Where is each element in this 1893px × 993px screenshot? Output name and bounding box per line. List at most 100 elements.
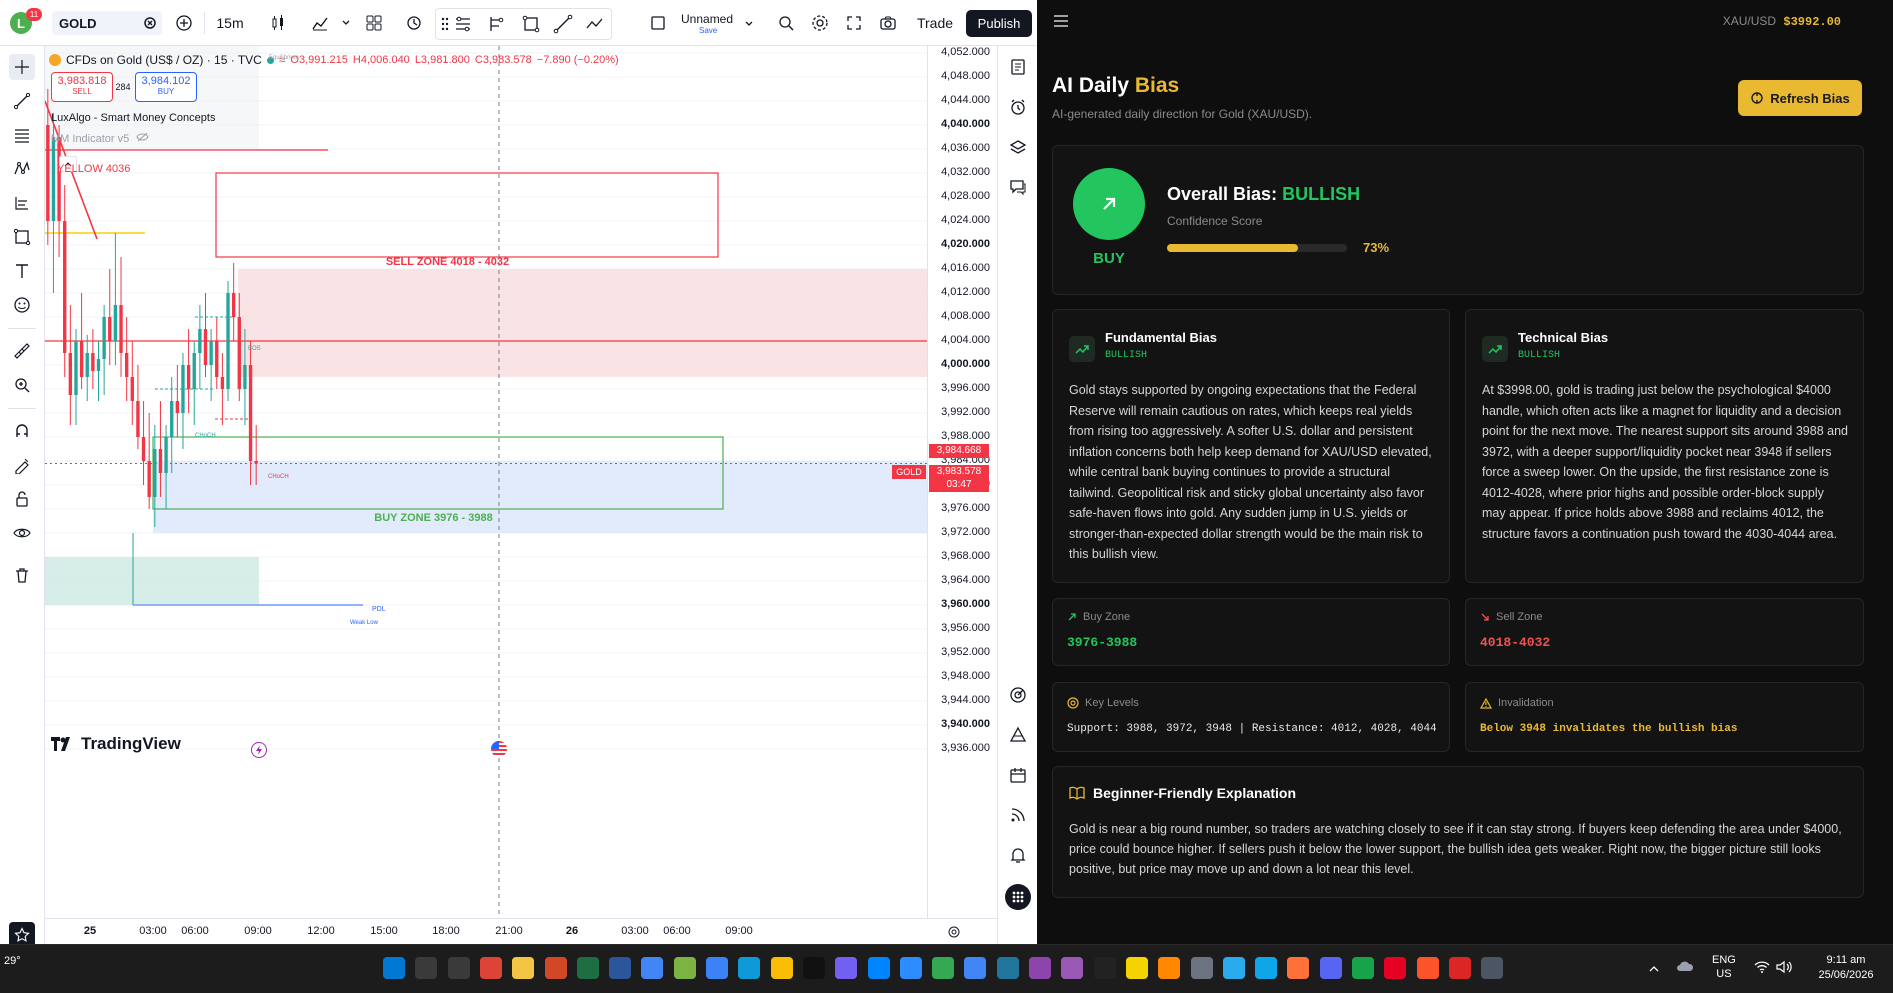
viber-icon[interactable] — [835, 957, 858, 979]
alert-icon[interactable] — [402, 10, 426, 36]
pattern-tool-icon[interactable] — [9, 156, 35, 182]
candle-type-icon[interactable] — [266, 10, 290, 36]
brave-icon[interactable] — [1416, 957, 1439, 979]
chrome-green-icon[interactable] — [932, 957, 955, 979]
zoom-icon[interactable] — [899, 957, 922, 979]
watchlist-icon[interactable] — [1005, 54, 1031, 80]
chat-icon[interactable] — [1005, 174, 1031, 200]
text-tool-icon[interactable] — [9, 258, 35, 284]
wordpress-icon[interactable] — [996, 957, 1019, 979]
stay-in-drawing-icon[interactable] — [9, 452, 35, 478]
symbol-search[interactable]: GOLD — [52, 11, 162, 35]
pinterest-icon[interactable] — [1384, 957, 1407, 979]
price-axis[interactable]: 4,052.000 4,048.000 4,044.000 4,040.000 4,03… — [892, 46, 998, 918]
pyramid-icon[interactable] — [1005, 722, 1031, 748]
file-explorer-icon[interactable] — [512, 957, 535, 979]
settings-gear-icon[interactable] — [808, 10, 832, 36]
magnet-icon[interactable] — [9, 418, 35, 444]
buy-quote-button[interactable]: 3,984.102 BUY — [135, 72, 197, 102]
excel-icon[interactable] — [576, 957, 599, 979]
clock[interactable]: 9:11 am 25/06/2026 — [1806, 953, 1886, 983]
forecast-tool-icon[interactable] — [9, 190, 35, 216]
task-view-icon[interactable] — [447, 957, 470, 979]
calendar-icon[interactable] — [1005, 762, 1031, 788]
target-icon[interactable] — [1005, 682, 1031, 708]
long-position-icon[interactable] — [487, 14, 507, 39]
layouts-grid-icon[interactable] — [362, 10, 386, 36]
hamburger-menu-icon[interactable] — [1053, 14, 1069, 33]
discord-icon[interactable] — [1319, 957, 1342, 979]
trash-icon[interactable] — [9, 562, 35, 588]
alerts-clock-icon[interactable] — [1005, 94, 1031, 120]
vlc-icon[interactable] — [1158, 957, 1181, 979]
start-icon[interactable] — [383, 957, 405, 979]
indicator-legend-2[interactable]: MM Indicator v5 — [51, 132, 149, 145]
calculator-icon[interactable] — [1481, 957, 1504, 979]
indicators-icon[interactable] — [308, 10, 332, 36]
folder-purple-icon[interactable] — [1061, 957, 1084, 979]
rectangle-icon[interactable] — [521, 14, 541, 39]
shapes-tool-icon[interactable] — [9, 224, 35, 250]
weather-widget[interactable]: 29° — [4, 955, 21, 967]
chrome-icon[interactable] — [479, 957, 502, 979]
hidden-eye-icon[interactable] — [136, 132, 149, 145]
lock-icon[interactable] — [9, 486, 35, 512]
time-axis[interactable]: 25 03:00 06:00 09:00 12:00 15:00 18:00 21:00 26 0… — [45, 918, 997, 945]
path-icon[interactable] — [585, 14, 605, 39]
powerpoint-icon[interactable] — [544, 957, 567, 979]
tiktok-icon[interactable] — [802, 957, 825, 979]
notifications-bell-icon[interactable] — [1005, 842, 1031, 868]
interval-button[interactable]: 15m — [212, 10, 248, 36]
price-chart[interactable] — [45, 46, 927, 918]
sell-quote-button[interactable]: 3,983.818 SELL — [51, 72, 113, 102]
chrome-profile-icon[interactable] — [641, 957, 664, 979]
search-icon[interactable] — [415, 957, 438, 979]
ruler-icon[interactable] — [9, 338, 35, 364]
firefox-icon[interactable] — [1287, 957, 1310, 979]
layout-name-button[interactable]: Unnamed Save — [680, 10, 754, 38]
horizontal-lines-icon[interactable] — [453, 14, 473, 39]
sticky-notes-icon[interactable] — [1125, 957, 1148, 979]
word-icon[interactable] — [609, 957, 632, 979]
tray-chevron-icon[interactable] — [1648, 961, 1660, 979]
fib-tool-icon[interactable] — [9, 122, 35, 148]
telegram-icon[interactable] — [1222, 957, 1245, 979]
emoji-tool-icon[interactable] — [9, 292, 35, 318]
apps-grid-icon[interactable] — [1005, 884, 1031, 910]
onedrive-icon[interactable] — [1676, 959, 1694, 978]
drag-handle-icon[interactable] — [440, 16, 450, 37]
checkbox-icon[interactable] — [648, 10, 668, 36]
time-axis-settings-icon[interactable] — [947, 925, 961, 944]
chevron-down-icon[interactable] — [744, 16, 754, 34]
eye-icon[interactable] — [9, 520, 35, 546]
us-flag-event-icon[interactable] — [491, 741, 507, 757]
symbol-settings-icon[interactable] — [142, 15, 158, 36]
edge-icon[interactable] — [738, 957, 761, 979]
edge-blue-icon[interactable] — [1255, 957, 1278, 979]
messenger-icon[interactable] — [867, 957, 890, 979]
publish-button[interactable]: Publish — [966, 10, 1032, 37]
notepad-icon[interactable] — [706, 957, 728, 979]
crosshair-icon[interactable] — [9, 54, 35, 80]
zoom-in-icon[interactable] — [9, 372, 35, 398]
record-icon[interactable] — [1448, 957, 1471, 979]
app-icon[interactable] — [673, 957, 696, 979]
wifi-icon[interactable] — [1754, 960, 1770, 979]
chevron-down-icon[interactable] — [340, 10, 352, 36]
zoom-icon[interactable] — [774, 10, 798, 36]
indicator-legend-1[interactable]: LuxAlgo - Smart Money Concepts — [51, 112, 215, 124]
capcut-icon[interactable] — [1093, 957, 1116, 979]
volume-icon[interactable] — [1776, 960, 1792, 979]
trend-line-tool-icon[interactable] — [9, 88, 35, 114]
add-symbol-icon[interactable] — [172, 10, 196, 36]
camera-icon[interactable] — [876, 10, 900, 36]
language-indicator[interactable]: ENG US — [1712, 953, 1736, 981]
app-green-icon[interactable] — [1352, 957, 1374, 979]
chrome-active-icon[interactable] — [964, 957, 987, 979]
app-purple-icon[interactable] — [1029, 957, 1051, 979]
lightning-event-icon[interactable] — [251, 742, 267, 758]
trade-button[interactable]: Trade — [912, 10, 958, 36]
layers-icon[interactable] — [1005, 134, 1031, 160]
fullscreen-icon[interactable] — [842, 10, 866, 36]
refresh-bias-button[interactable]: Refresh Bias — [1738, 80, 1862, 116]
